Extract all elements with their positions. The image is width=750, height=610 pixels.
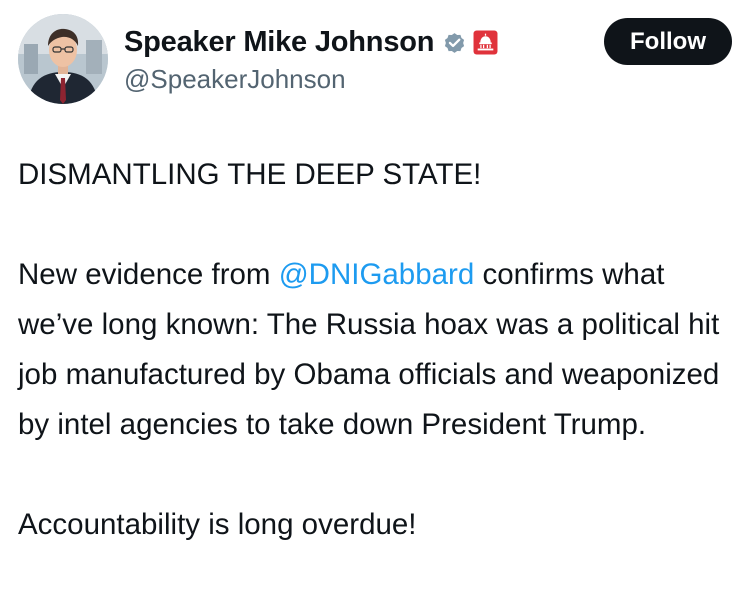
author-handle[interactable]: @SpeakerJohnson	[124, 64, 498, 95]
mention-link[interactable]: @DNIGabbard	[279, 258, 475, 291]
name-row: Speaker Mike Johnson	[124, 22, 498, 62]
post-closing: Accountability is long overdue!	[18, 508, 417, 541]
avatar-image	[18, 14, 108, 104]
post-text: DISMANTLING THE DEEP STATE! New evidence…	[18, 150, 734, 550]
follow-button[interactable]: Follow	[604, 18, 732, 65]
avatar[interactable]	[18, 14, 108, 104]
display-name[interactable]: Speaker Mike Johnson	[124, 26, 434, 59]
author-identity: Speaker Mike Johnson @SpeakerJohnson	[124, 22, 498, 95]
capitol-dome-icon[interactable]	[473, 30, 498, 55]
post-header: Speaker Mike Johnson @SpeakerJohnson Fol…	[18, 14, 732, 106]
paragraph-lead-text: New evidence from	[18, 258, 279, 291]
post-headline: DISMANTLING THE DEEP STATE!	[18, 158, 482, 191]
verified-badge-icon[interactable]	[442, 30, 467, 55]
post-paragraph: New evidence from @DNIGabbard confirms w…	[18, 250, 734, 450]
